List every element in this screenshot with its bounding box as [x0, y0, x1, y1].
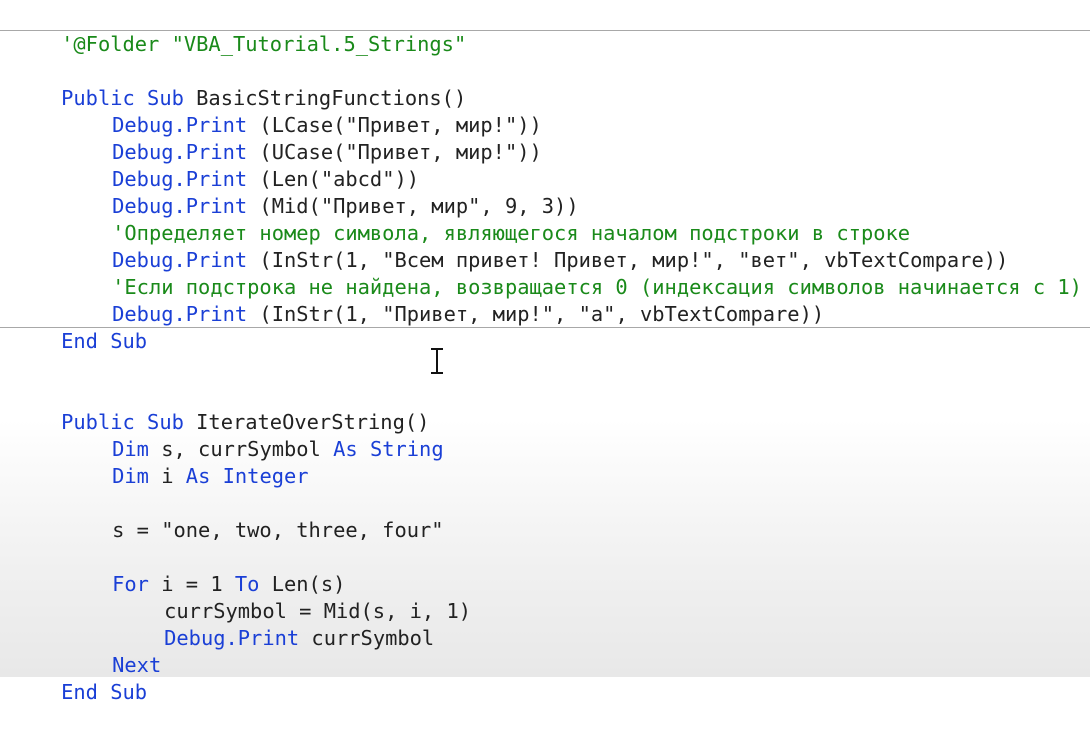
- code-line[interactable]: For i = 1 To Len(s): [63, 544, 345, 596]
- end-sub-line[interactable]: End Sub: [12, 652, 147, 704]
- keyword-dim: Dim: [112, 464, 149, 488]
- code-line[interactable]: Debug.Print currSymbol: [115, 598, 434, 650]
- comment-line[interactable]: 'Определяет номер символа, являющегося н…: [63, 193, 910, 245]
- folder-annotation-line[interactable]: '@Folder "VBA_Tutorial.5_Strings": [12, 4, 466, 56]
- procedure-separator: [0, 327, 1090, 328]
- code-line[interactable]: s = "one, two, three, four": [63, 490, 443, 542]
- code-line[interactable]: Debug.Print (UCase("Привет, мир!")): [63, 112, 542, 164]
- end-sub-line[interactable]: End Sub: [12, 301, 147, 353]
- code-text: i: [148, 464, 186, 488]
- code-line[interactable]: Debug.Print (InStr(1, "Привет, мир!", "а…: [63, 274, 824, 326]
- procedure-separator: [0, 30, 1090, 31]
- folder-annotation: '@Folder "VBA_Tutorial.5_Strings": [61, 32, 467, 56]
- comment-line[interactable]: 'Если подстрока не найдена, возвращается…: [63, 247, 1082, 299]
- sub-header-basic-string-functions[interactable]: Public Sub BasicStringFunctions(): [12, 58, 466, 110]
- code-line[interactable]: Debug.Print (InStr(1, "Всем привет! Прив…: [63, 220, 1008, 272]
- keyword-as-string: As String: [333, 437, 444, 461]
- keyword-end-sub: End Sub: [61, 329, 148, 353]
- keyword-as-integer: As Integer: [185, 464, 309, 488]
- code-text: currSymbol: [299, 626, 435, 650]
- code-line[interactable]: Next: [63, 625, 161, 677]
- keyword-end-sub: End Sub: [61, 680, 148, 704]
- i-beam-cursor-icon: [429, 348, 445, 375]
- code-line[interactable]: Debug.Print (Mid("Привет, мир", 9, 3)): [63, 166, 579, 218]
- keyword-debug-print: Debug.Print: [164, 626, 300, 650]
- code-line[interactable]: Debug.Print (LCase("Привет, мир!")): [63, 85, 542, 137]
- code-text: s = "one, two, three, four": [112, 518, 444, 542]
- code-line[interactable]: Dim s, currSymbol As String: [63, 409, 444, 461]
- code-line[interactable]: currSymbol = Mid(s, i, 1): [115, 571, 471, 623]
- code-text: (InStr(1, "Привет, мир!", "а", vbTextCom…: [247, 302, 825, 326]
- sub-header-iterate-over-string[interactable]: Public Sub IterateOverString(): [12, 382, 429, 434]
- code-editor[interactable]: '@Folder "VBA_Tutorial.5_Strings" Public…: [0, 0, 1090, 704]
- code-line[interactable]: Dim i As Integer: [63, 436, 308, 488]
- code-line[interactable]: Debug.Print (Len("abcd")): [63, 139, 419, 191]
